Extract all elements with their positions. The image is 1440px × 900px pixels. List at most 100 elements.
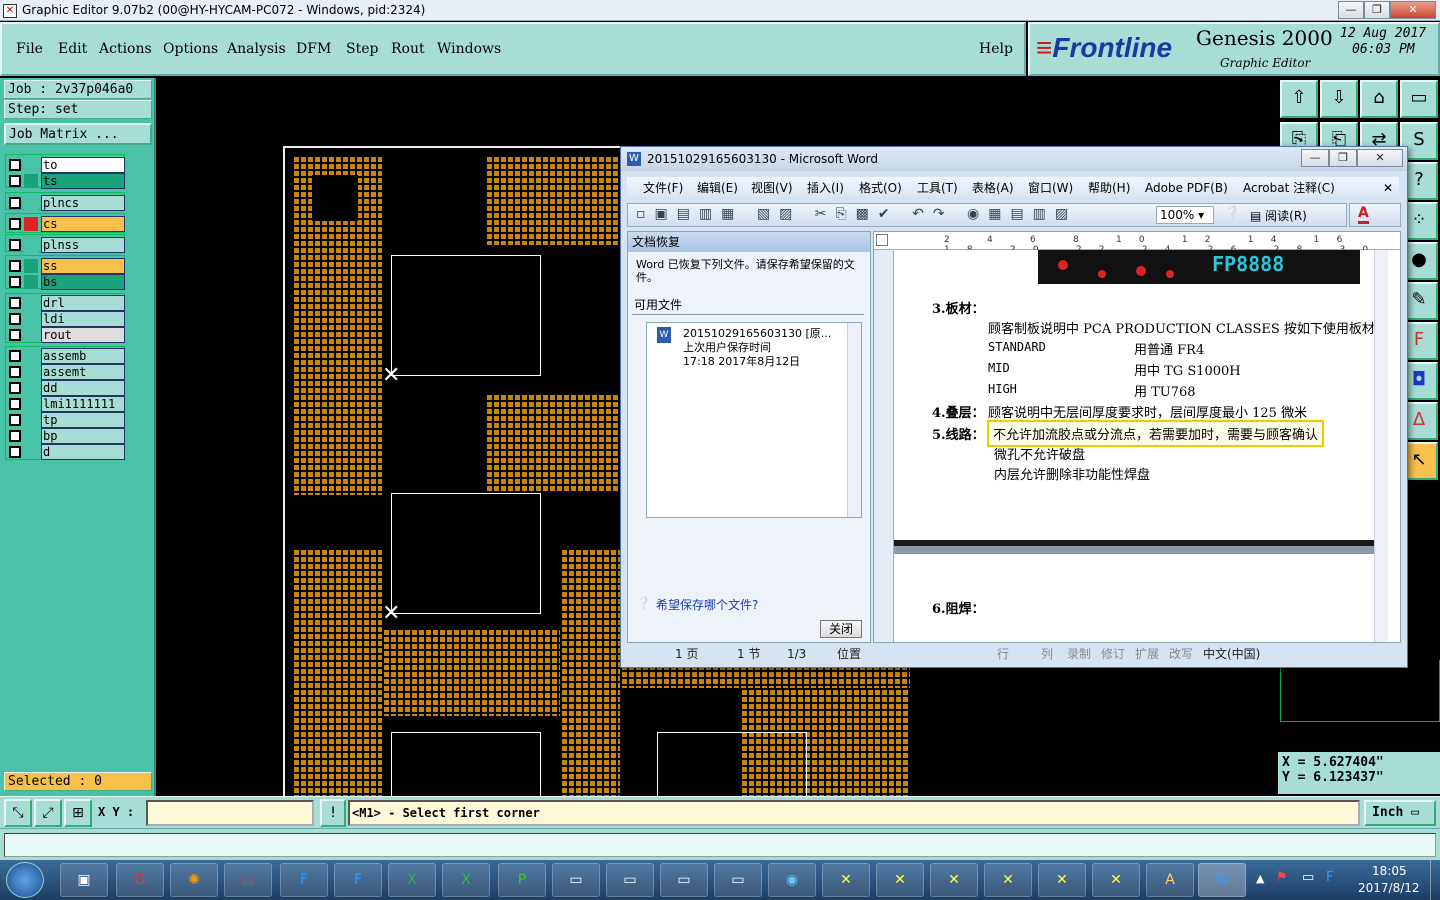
taskbar-excel2-icon[interactable]: X [442, 863, 490, 897]
layer-row[interactable]: to [7, 157, 125, 173]
clock-time[interactable]: 18:05 [1372, 864, 1407, 878]
taskbar-ge4-icon[interactable]: ✕ [984, 863, 1032, 897]
layer-color-swatch[interactable] [24, 381, 38, 395]
word-menu-help[interactable]: 帮助(H) [1088, 177, 1130, 199]
layer-name[interactable]: lmi1111111 [41, 396, 125, 412]
status-record[interactable]: 录制 [1067, 644, 1091, 664]
taskbar-ge5-icon[interactable]: ✕ [1038, 863, 1086, 897]
layer-name[interactable]: bp [41, 428, 125, 444]
layer-name[interactable]: assemb [41, 348, 125, 364]
maximize-button[interactable]: ❐ [1364, 1, 1390, 19]
layer-name[interactable]: d [41, 444, 125, 460]
font-color-toolbar[interactable]: A [1349, 203, 1401, 227]
close-button[interactable]: ✕ [1390, 1, 1436, 19]
layer-checkbox[interactable] [9, 430, 21, 442]
word-menu-format[interactable]: 格式(O) [859, 177, 902, 199]
snap-grid-icon[interactable]: ⊞ [64, 799, 92, 827]
layer-row[interactable]: rout [7, 327, 125, 343]
layer-checkbox[interactable] [9, 159, 21, 171]
layer-name[interactable]: ldi [41, 311, 125, 327]
show-desktop-button[interactable] [1430, 860, 1440, 900]
read-mode-button[interactable]: ▤ 阅读(R) [1250, 207, 1307, 224]
recovery-close-button[interactable]: 关闭 [820, 620, 862, 638]
font-color-icon[interactable]: A [1358, 206, 1369, 224]
minimize-button[interactable]: — [1338, 1, 1364, 19]
layer-checkbox[interactable] [9, 218, 21, 230]
layer-color-swatch[interactable] [24, 275, 38, 289]
tray-monitor-icon[interactable]: ▭ [1302, 870, 1314, 885]
status-track[interactable]: 修订 [1101, 644, 1125, 664]
window-icon[interactable]: ▭ [1400, 80, 1438, 118]
layer-name[interactable]: cs [41, 216, 125, 232]
layer-name[interactable]: rout [41, 327, 125, 343]
word-maximize-button[interactable]: ❐ [1329, 149, 1357, 167]
word-menu-window[interactable]: 窗口(W) [1028, 177, 1073, 199]
layer-color-swatch[interactable] [24, 259, 38, 273]
word-help-icon[interactable]: ❔ [1224, 206, 1240, 221]
taskbar-ge-icon[interactable]: ✕ [822, 863, 870, 897]
layer-checkbox[interactable] [9, 175, 21, 187]
taskbar-shell-icon[interactable]: ✺ [170, 863, 218, 897]
layer-name[interactable]: plnss [41, 237, 125, 253]
layer-name[interactable]: to [41, 157, 125, 173]
word-menu-edit[interactable]: 编辑(E) [697, 177, 738, 199]
taskbar-ge3-icon[interactable]: ✕ [930, 863, 978, 897]
word-menu-tools[interactable]: 工具(T) [917, 177, 958, 199]
units-dropdown[interactable]: Inch ▭ [1364, 800, 1436, 826]
layer-name[interactable]: ts [41, 173, 125, 189]
word-menu-view[interactable]: 视图(V) [751, 177, 793, 199]
layer-name[interactable]: ss [41, 258, 125, 274]
layer-checkbox[interactable] [9, 197, 21, 209]
layer-color-swatch[interactable] [24, 445, 38, 459]
layer-color-swatch[interactable] [24, 158, 38, 172]
layer-checkbox[interactable] [9, 366, 21, 378]
layer-row[interactable]: plnss [7, 237, 125, 253]
layer-checkbox[interactable] [9, 276, 21, 288]
layer-name[interactable]: assemt [41, 364, 125, 380]
layer-row[interactable]: ss [7, 258, 125, 274]
tab-selector[interactable] [876, 234, 888, 246]
layer-name[interactable]: plncs [41, 195, 125, 211]
layer-checkbox[interactable] [9, 382, 21, 394]
layer-checkbox[interactable] [9, 297, 21, 309]
taskbar-word-icon[interactable]: W [1198, 863, 1246, 897]
zoom-fit-icon[interactable]: ⤡ [4, 799, 32, 827]
taskbar-window-icon[interactable]: ▭ [552, 863, 600, 897]
menu-options[interactable]: Options [163, 41, 218, 57]
which-file-link[interactable]: 希望保存哪个文件? [656, 596, 758, 613]
layer-color-swatch[interactable] [24, 217, 38, 231]
word-menu-acrobat[interactable]: Acrobat 注释(C) [1243, 177, 1335, 199]
menu-dfm[interactable]: DFM [296, 41, 331, 57]
taskbar-window2-icon[interactable]: ▭ [606, 863, 654, 897]
word-menu-table[interactable]: 表格(A) [972, 177, 1014, 199]
menu-rout[interactable]: Rout [391, 41, 425, 57]
status-extend[interactable]: 扩展 [1135, 644, 1159, 664]
layer-color-swatch[interactable] [24, 196, 38, 210]
layer-row[interactable]: ts [7, 173, 125, 189]
layer-checkbox[interactable] [9, 260, 21, 272]
layer-checkbox[interactable] [9, 329, 21, 341]
open-step-icon[interactable]: ⇧ [1280, 80, 1318, 118]
taskbar-frontline2-icon[interactable]: F [334, 863, 382, 897]
menu-step[interactable]: Step [346, 41, 378, 57]
layer-color-swatch[interactable] [24, 365, 38, 379]
layer-row[interactable]: d [7, 444, 125, 460]
layer-row[interactable]: drl [7, 295, 125, 311]
taskbar-ge6-icon[interactable]: ✕ [1092, 863, 1140, 897]
layer-color-swatch[interactable] [24, 397, 38, 411]
layer-color-swatch[interactable] [24, 429, 38, 443]
layer-color-swatch[interactable] [24, 174, 38, 188]
taskbar-eye-icon[interactable]: ◉ [768, 863, 816, 897]
layer-row[interactable]: assemt [7, 364, 125, 380]
layer-name[interactable]: tp [41, 412, 125, 428]
taskbar-frontline-icon[interactable]: F [280, 863, 328, 897]
layer-color-swatch[interactable] [24, 238, 38, 252]
start-button[interactable] [6, 862, 44, 898]
doc-scrollbar[interactable] [1374, 250, 1388, 642]
layer-checkbox[interactable] [9, 446, 21, 458]
taskbar-ge2-icon[interactable]: ✕ [876, 863, 924, 897]
layer-color-swatch[interactable] [24, 312, 38, 326]
layer-checkbox[interactable] [9, 239, 21, 251]
taskbar-window4-icon[interactable]: ▭ [714, 863, 762, 897]
taskbar-p-icon[interactable]: P [498, 863, 546, 897]
